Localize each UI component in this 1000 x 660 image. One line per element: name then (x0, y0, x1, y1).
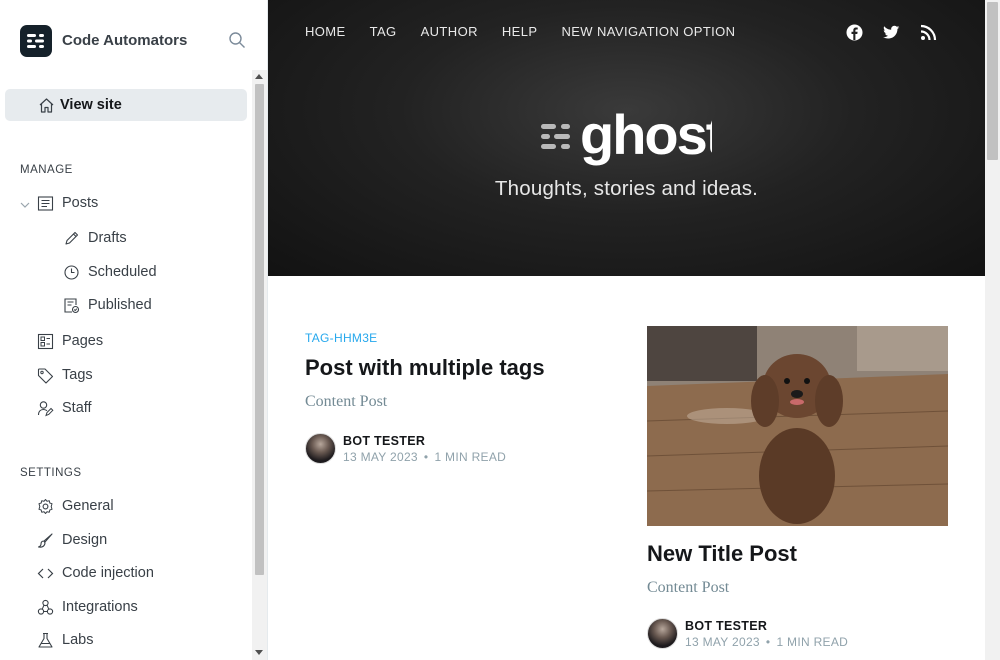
manage-section-title: MANAGE (20, 164, 73, 176)
scroll-down-arrow-icon[interactable] (255, 650, 263, 655)
sidebar-item-staff[interactable]: Staff (36, 392, 92, 424)
rss-icon[interactable] (920, 24, 937, 41)
sidebar-item-label: Drafts (88, 230, 127, 246)
sidebar-item-published[interactable]: Published (62, 289, 152, 321)
sidebar-scroll-thumb[interactable] (255, 84, 264, 575)
sidebar-item-label: General (62, 498, 114, 514)
nav-author[interactable]: AUTHOR (421, 24, 478, 39)
ghost-logo[interactable]: ghost (540, 103, 726, 170)
sidebar-item-label: Scheduled (88, 264, 157, 280)
pages-icon (36, 332, 54, 350)
flask-icon (36, 631, 54, 649)
post-author[interactable]: BOT TESTER (343, 434, 506, 448)
brand[interactable]: Code Automators (20, 24, 187, 57)
posts-icon (36, 194, 54, 212)
sidebar-scrollbar[interactable] (252, 70, 267, 660)
sidebar-item-general[interactable]: General (36, 490, 114, 522)
code-icon (36, 564, 54, 582)
sidebar-item-drafts[interactable]: Drafts (62, 222, 127, 254)
facebook-icon[interactable] (846, 24, 863, 41)
published-icon (62, 296, 80, 314)
site-description: Thoughts, stories and ideas. (494, 177, 759, 200)
svg-text:ghost: ghost (580, 110, 712, 166)
post-feature-image[interactable] (647, 326, 948, 526)
sidebar-item-labs[interactable]: Labs (36, 624, 93, 656)
view-site-label: View site (60, 97, 122, 113)
admin-sidebar: Code Automators View site MANAGE Posts D… (0, 0, 268, 660)
clock-icon (62, 263, 80, 281)
post-excerpt: Content Post (647, 579, 730, 596)
post-meta: BOT TESTER 13 MAY 2023 • 1 MIN READ (647, 618, 948, 649)
sidebar-item-tags[interactable]: Tags (36, 359, 93, 391)
post-excerpt: Content Post (305, 393, 388, 410)
sidebar-item-label: Posts (62, 195, 99, 211)
ghost-brand-icon (20, 24, 52, 57)
scroll-up-arrow-icon[interactable] (255, 74, 263, 79)
sidebar-item-integrations[interactable]: Integrations (36, 591, 138, 623)
tag-icon (36, 366, 54, 384)
sidebar-item-label: Tags (62, 367, 93, 383)
sidebar-item-label: Design (62, 532, 108, 548)
post-read-time: 1 MIN READ (776, 634, 849, 649)
post-meta: BOT TESTER 13 MAY 2023 • 1 MIN READ (305, 433, 605, 464)
nav-new-navigation-option[interactable]: NEW NAVIGATION OPTION (561, 24, 735, 39)
page-scrollbar[interactable] (985, 0, 1000, 660)
gear-icon (36, 497, 54, 515)
post-card[interactable]: New Title Post Content Post BOT TESTER 1… (647, 541, 948, 649)
twitter-icon[interactable] (883, 24, 900, 41)
sidebar-item-design[interactable]: Design (36, 524, 107, 556)
post-read-time: 1 MIN READ (434, 449, 507, 464)
separator-dot: • (423, 449, 429, 464)
sidebar-item-label: Pages (62, 333, 104, 349)
staff-icon (36, 399, 54, 417)
search-icon[interactable] (228, 31, 248, 51)
separator-dot: • (765, 634, 771, 649)
sidebar-item-label: Integrations (62, 599, 138, 615)
nav-help[interactable]: HELP (502, 24, 538, 39)
sidebar-item-code-injection[interactable]: Code injection (36, 557, 154, 589)
post-author[interactable]: BOT TESTER (685, 619, 848, 633)
sidebar-item-label: Staff (62, 400, 92, 416)
site-preview: HOME TAG AUTHOR HELP NEW NAVIGATION OPTI… (268, 0, 985, 660)
chevron-down-icon[interactable] (19, 198, 31, 210)
brush-icon (36, 531, 54, 549)
post-card[interactable]: TAG-HHM3E Post with multiple tags Conten… (305, 331, 605, 464)
sidebar-item-label: Code injection (62, 565, 154, 581)
sidebar-item-label: Published (88, 297, 152, 313)
site-header: HOME TAG AUTHOR HELP NEW NAVIGATION OPTI… (268, 0, 985, 276)
site-nav: HOME TAG AUTHOR HELP NEW NAVIGATION OPTI… (305, 24, 735, 39)
sidebar-item-pages[interactable]: Pages (36, 325, 103, 357)
nav-tag[interactable]: TAG (370, 24, 397, 39)
post-title[interactable]: New Title Post (647, 541, 948, 567)
pencil-icon (62, 229, 80, 247)
page-scroll-thumb[interactable] (987, 2, 998, 160)
home-icon (37, 96, 55, 114)
view-site-link[interactable]: View site (5, 89, 247, 121)
sidebar-item-label: Labs (62, 632, 94, 648)
post-date-line: 13 MAY 2023 • 1 MIN READ (685, 635, 848, 649)
avatar[interactable] (305, 433, 336, 464)
post-date: 13 MAY 2023 (685, 634, 760, 649)
post-tag[interactable]: TAG-HHM3E (305, 331, 605, 345)
settings-section-title: SETTINGS (20, 467, 82, 479)
sidebar-item-scheduled[interactable]: Scheduled (62, 256, 157, 288)
integrations-icon (36, 598, 54, 616)
nav-home[interactable]: HOME (305, 24, 346, 39)
sidebar-item-posts[interactable]: Posts (36, 187, 98, 219)
avatar[interactable] (647, 618, 678, 649)
post-title[interactable]: Post with multiple tags (305, 355, 605, 381)
post-date-line: 13 MAY 2023 • 1 MIN READ (343, 450, 506, 464)
site-name: Code Automators (62, 32, 188, 49)
post-date: 13 MAY 2023 (343, 449, 418, 464)
